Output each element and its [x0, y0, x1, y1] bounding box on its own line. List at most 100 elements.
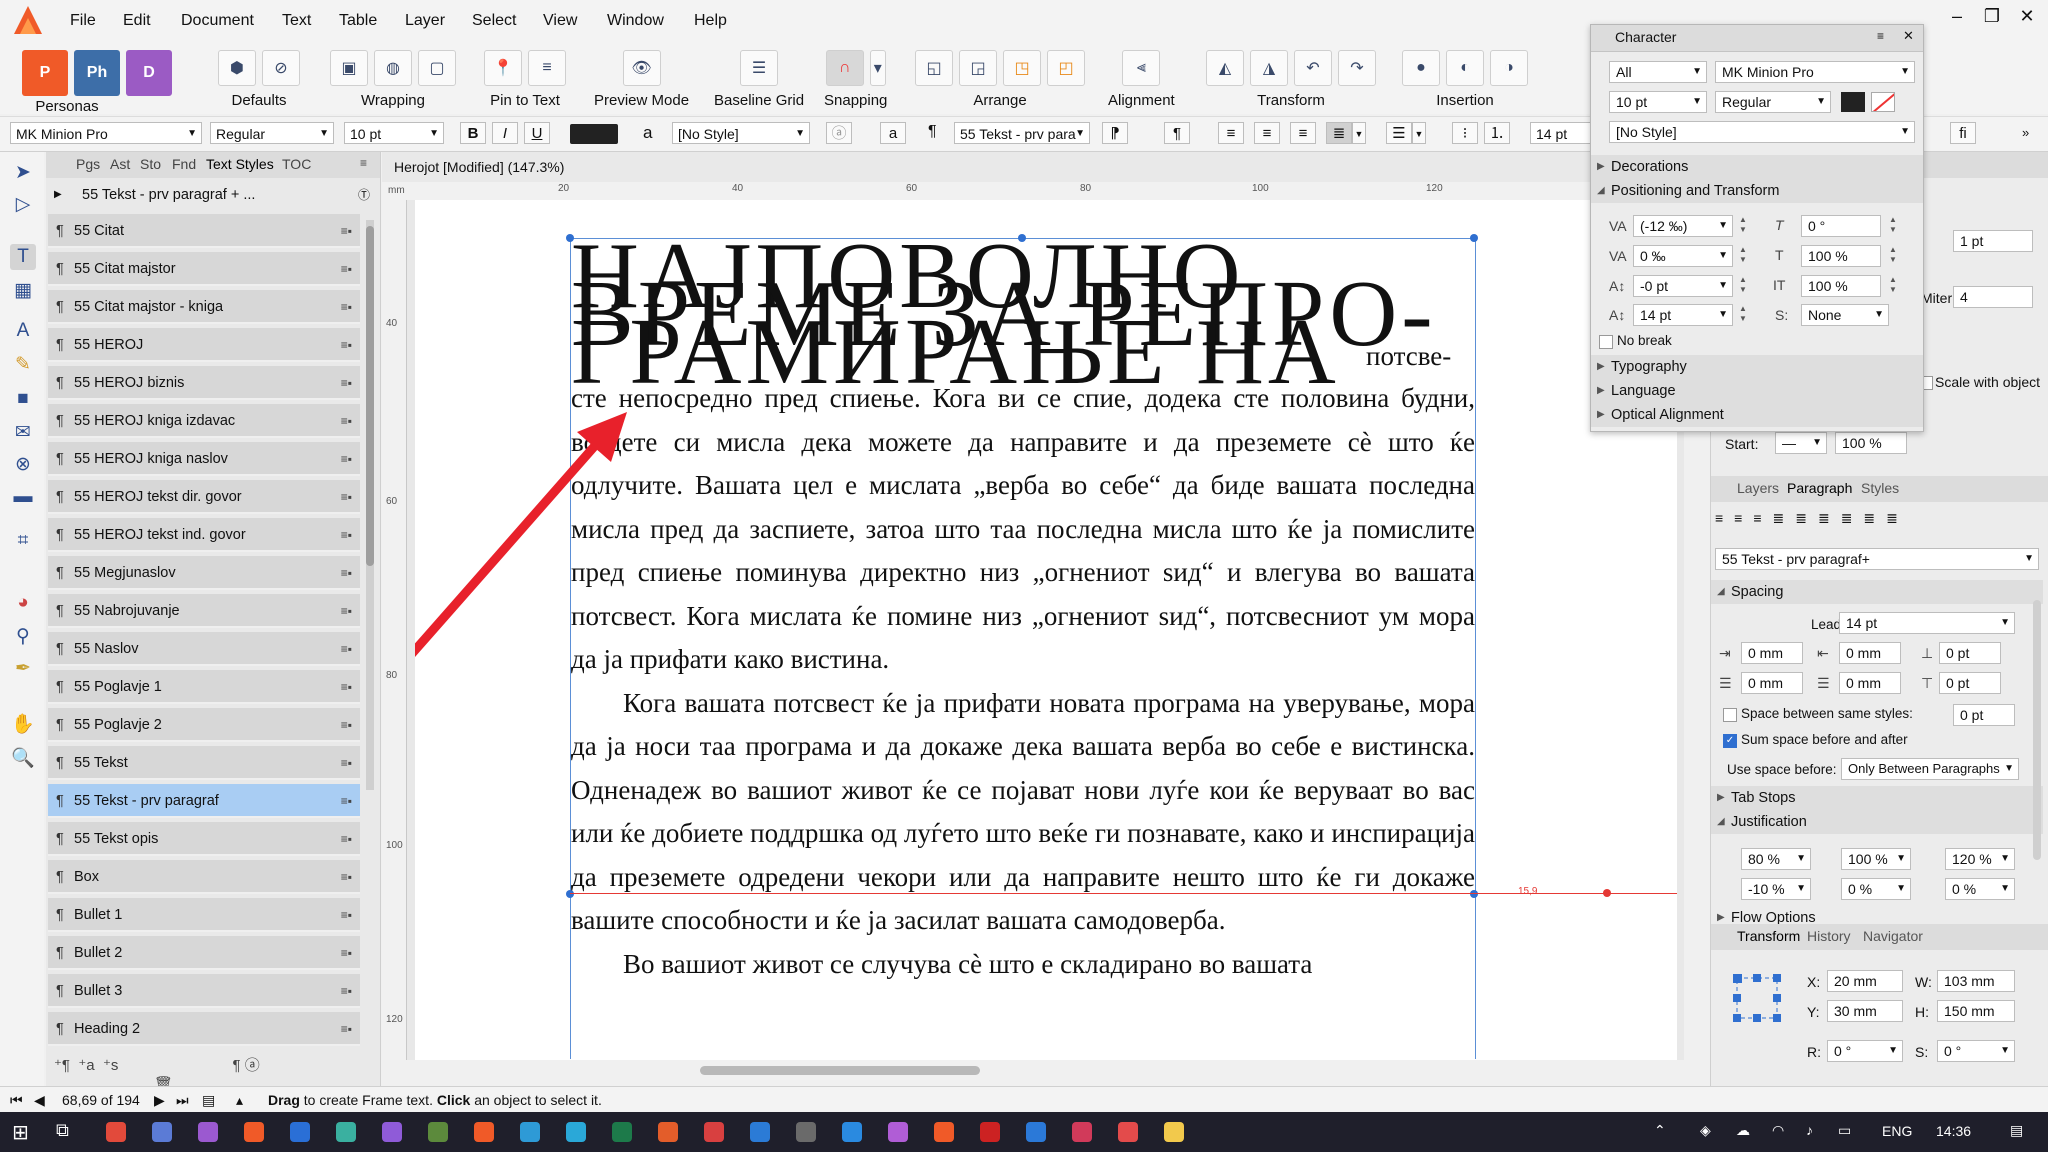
letter-spacing-min-field[interactable]: -10 % ▼ — [1741, 878, 1811, 900]
style-row[interactable]: ¶ 55 Naslov ≡▪ — [48, 632, 360, 666]
rotate-right-icon[interactable]: ↷ — [1338, 50, 1376, 86]
context-more-icon[interactable]: » — [2022, 125, 2029, 140]
para-style-apply-icon[interactable]: ¶ — [1164, 122, 1190, 144]
rectangle-tool-icon[interactable]: ■ — [10, 386, 36, 412]
style-menu-icon[interactable]: ≡▪ — [341, 442, 352, 476]
artistic-text-tool-icon[interactable]: A — [10, 318, 36, 344]
horizontal-scale-field[interactable]: 100 % — [1801, 275, 1881, 297]
style-row[interactable]: ¶ Bullet 2 ≡▪ — [48, 936, 360, 970]
new-para-style-icon[interactable]: ⁺¶ — [54, 1057, 70, 1074]
style-row[interactable]: ¶ 55 HEROJ ≡▪ — [48, 328, 360, 362]
underline-button[interactable]: U — [524, 122, 550, 144]
style-row[interactable]: ¶ 55 Poglavje 2 ≡▪ — [48, 708, 360, 742]
snapping-dropdown-icon[interactable]: ▾ — [869, 50, 886, 86]
horizontal-ruler[interactable]: mm 20 40 60 80 100 120 — [382, 182, 1684, 201]
next-page-icon[interactable]: ▶ — [154, 1087, 165, 1113]
bold-button[interactable]: B — [460, 122, 486, 144]
space-before-field[interactable]: 0 pt — [1939, 642, 2001, 664]
vertical-ruler[interactable]: 40 60 80 100 120 — [382, 200, 407, 1060]
rotation-field[interactable]: 0 ° ▼ — [1827, 1040, 1903, 1062]
taskbar-app-icon[interactable] — [382, 1122, 402, 1142]
vertical-align-dropdown-icon[interactable]: ▼ — [1412, 122, 1426, 144]
style-row[interactable]: ¶ 55 Citat majstor ≡▪ — [48, 252, 360, 286]
notifications-icon[interactable]: ▤ — [2010, 1122, 2023, 1139]
taskbar-app-icon[interactable] — [1026, 1122, 1046, 1142]
taskbar-app-icon[interactable] — [980, 1122, 1000, 1142]
clear-para-style-icon[interactable]: ⁋ — [1102, 122, 1128, 144]
style-menu-icon[interactable]: ≡▪ — [341, 366, 352, 400]
clock[interactable]: 14:36 — [1936, 1123, 1971, 1139]
insertion-inside-icon[interactable]: ◑ — [1490, 50, 1528, 86]
left-indent-field[interactable]: 0 mm — [1741, 642, 1803, 664]
taskbar-app-icon[interactable] — [796, 1122, 816, 1142]
last-line-indent-field[interactable]: 0 mm — [1839, 672, 1901, 694]
insertion-top-icon[interactable]: ◐ — [1446, 50, 1484, 86]
character-font-select[interactable]: MK Minion Pro ▼ — [1715, 61, 1915, 83]
fill-tool-icon[interactable]: ⚲ — [10, 624, 36, 650]
frame-text-tool-icon[interactable]: T — [10, 244, 36, 270]
style-menu-icon[interactable]: ≡▪ — [341, 898, 352, 932]
taskbar-app-icon[interactable] — [1072, 1122, 1092, 1142]
style-menu-icon[interactable]: ≡▪ — [341, 822, 352, 856]
style-row[interactable]: ¶ 55 Citat majstor - kniga ≡▪ — [48, 290, 360, 324]
eyedropper-tool-icon[interactable]: ✒ — [10, 656, 36, 682]
menu-help[interactable]: Help — [694, 12, 727, 30]
positioning-transform-section[interactable]: ◢ Positioning and Transform — [1591, 179, 1923, 203]
document-tab[interactable]: Herojot [Modified] (147.3%) — [394, 159, 564, 175]
taskbar-app-icon[interactable] — [1118, 1122, 1138, 1142]
letter-spacing-max-field[interactable]: 0 % ▼ — [1945, 878, 2015, 900]
menu-layer[interactable]: Layer — [405, 12, 445, 30]
character-style-select[interactable]: [No Style] ▼ — [1609, 121, 1915, 143]
tab-pages[interactable]: Pgs — [76, 156, 100, 172]
style-row[interactable]: ¶ 55 Tekst - prv paragraf ≡▪ — [48, 784, 360, 818]
taskbar-app-icon[interactable] — [750, 1122, 770, 1142]
panel-menu-icon[interactable]: ≡ — [360, 156, 367, 170]
character-fill-swatch[interactable] — [1841, 92, 1865, 112]
photo-persona-button[interactable]: Ph — [74, 50, 120, 96]
prev-page-icon[interactable]: ◀ — [34, 1087, 45, 1113]
taskbar-app-icon[interactable] — [474, 1122, 494, 1142]
rotate-left-icon[interactable]: ↶ — [1294, 50, 1332, 86]
style-menu-icon[interactable]: ≡▪ — [341, 746, 352, 780]
wrap-none-button[interactable]: ▢ — [418, 50, 456, 86]
arrange-forward-icon[interactable]: ◳ — [1003, 50, 1041, 86]
pin-icon[interactable]: 📍 — [484, 50, 522, 86]
taskbar-app-icon[interactable] — [198, 1122, 218, 1142]
tab-toc[interactable]: TOC — [282, 156, 311, 172]
page-view-icon[interactable]: ▤ — [202, 1087, 215, 1113]
place-image-tool-icon[interactable]: ▬ — [10, 484, 36, 510]
current-style-row[interactable]: ▶ 55 Tekst - prv paragraf + ... Ⓣ — [46, 182, 380, 208]
hand-tool-icon[interactable]: ✋ — [10, 712, 36, 738]
menu-file[interactable]: File — [70, 12, 96, 30]
baseline-shift-field[interactable]: -0 pt ▼ — [1633, 275, 1733, 297]
style-menu-icon[interactable]: ≡▪ — [341, 518, 352, 552]
style-row[interactable]: ¶ 55 HEROJ kniga naslov ≡▪ — [48, 442, 360, 476]
x-position-field[interactable]: 20 mm — [1827, 970, 1903, 992]
taskbar-app-icon[interactable] — [152, 1122, 172, 1142]
taskbar-app-icon[interactable] — [842, 1122, 862, 1142]
character-weight-select[interactable]: Regular ▼ — [1715, 91, 1831, 113]
defaults-sync-button[interactable]: ⬢ — [218, 50, 256, 86]
style-menu-icon[interactable]: ≡▪ — [341, 670, 352, 704]
dropbox-icon[interactable]: ◈ — [1700, 1122, 1711, 1139]
taskbar-app-icon[interactable] — [934, 1122, 954, 1142]
onedrive-icon[interactable]: ☁ — [1736, 1122, 1750, 1139]
defaults-revert-button[interactable]: ⊘ — [262, 50, 300, 86]
ligature-button[interactable]: fi — [1950, 122, 1976, 144]
style-menu-icon[interactable]: ≡▪ — [341, 632, 352, 666]
style-row[interactable]: ¶ 55 Nabrojuvanje ≡▪ — [48, 594, 360, 628]
align-right-icon[interactable]: ≡ — [1290, 122, 1316, 144]
arrange-backward-icon[interactable]: ◲ — [959, 50, 997, 86]
color-picker-tool-icon[interactable]: ◕ — [10, 590, 36, 616]
tab-history[interactable]: History — [1807, 928, 1851, 944]
taskbar-app-icon[interactable] — [658, 1122, 678, 1142]
style-menu-icon[interactable]: ≡▪ — [341, 252, 352, 286]
tab-styles[interactable]: Styles — [1861, 480, 1899, 496]
crop-tool-icon[interactable]: ⌗ — [10, 528, 36, 554]
arrowhead-start-select[interactable]: — ▼ — [1775, 432, 1827, 454]
character-size-select[interactable]: 10 pt ▼ — [1609, 91, 1707, 113]
language-section[interactable]: ▶ Language — [1591, 379, 1923, 403]
style-menu-icon[interactable]: ≡▪ — [341, 480, 352, 514]
tab-assets[interactable]: Ast — [110, 156, 130, 172]
style-menu-icon[interactable]: ≡▪ — [341, 328, 352, 362]
